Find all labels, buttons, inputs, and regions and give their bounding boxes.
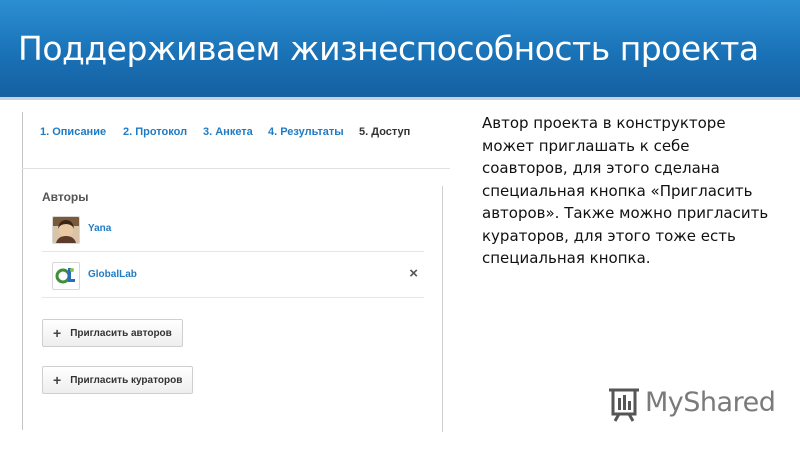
avatar[interactable] bbox=[52, 216, 80, 244]
button-label: Пригласить авторов bbox=[70, 327, 172, 339]
row-divider bbox=[42, 297, 424, 298]
slide-header: Поддерживаем жизнеспособность проекта bbox=[0, 0, 800, 97]
globallab-logo-icon bbox=[53, 263, 79, 289]
author-row: Yana bbox=[42, 210, 424, 250]
slide-title: Поддерживаем жизнеспособность проекта bbox=[18, 29, 759, 68]
myshared-logo-icon bbox=[609, 388, 639, 422]
panel-border bbox=[442, 186, 443, 432]
tab-questionnaire[interactable]: 3. Анкета bbox=[203, 126, 253, 138]
slide-description: Автор проекта в конструкторе может пригл… bbox=[482, 114, 769, 267]
embedded-screenshot: 1. Описание 2. Протокол 3. Анкета 4. Рез… bbox=[22, 112, 450, 432]
remove-author-icon[interactable]: × bbox=[409, 265, 418, 282]
row-divider bbox=[42, 251, 424, 252]
author-name-link[interactable]: GlobalLab bbox=[88, 269, 137, 280]
plus-icon: + bbox=[53, 372, 62, 388]
user-photo-icon bbox=[53, 217, 79, 243]
tab-access[interactable]: 5. Доступ bbox=[359, 126, 410, 138]
tab-description[interactable]: 1. Описание bbox=[40, 126, 106, 138]
author-name-link[interactable]: Yana bbox=[88, 223, 111, 234]
myshared-logo: MyShared bbox=[607, 384, 777, 424]
tab-results[interactable]: 4. Результаты bbox=[268, 126, 344, 138]
avatar[interactable] bbox=[52, 262, 80, 290]
author-row: GlobalLab × bbox=[42, 256, 424, 296]
header-divider bbox=[0, 97, 800, 100]
plus-icon: + bbox=[53, 325, 62, 341]
invite-authors-button[interactable]: + Пригласить авторов bbox=[42, 319, 183, 347]
authors-heading: Авторы bbox=[42, 190, 89, 204]
button-label: Пригласить кураторов bbox=[70, 374, 183, 386]
invite-curators-button[interactable]: + Пригласить кураторов bbox=[42, 366, 194, 394]
logo-text: MyShared bbox=[645, 387, 776, 418]
tab-protocol[interactable]: 2. Протокол bbox=[123, 126, 187, 138]
authors-panel: Авторы Yana GlobalLab × + Пригласить авт… bbox=[34, 182, 443, 432]
tabs-divider bbox=[22, 168, 450, 169]
screenshot-border bbox=[22, 112, 23, 430]
